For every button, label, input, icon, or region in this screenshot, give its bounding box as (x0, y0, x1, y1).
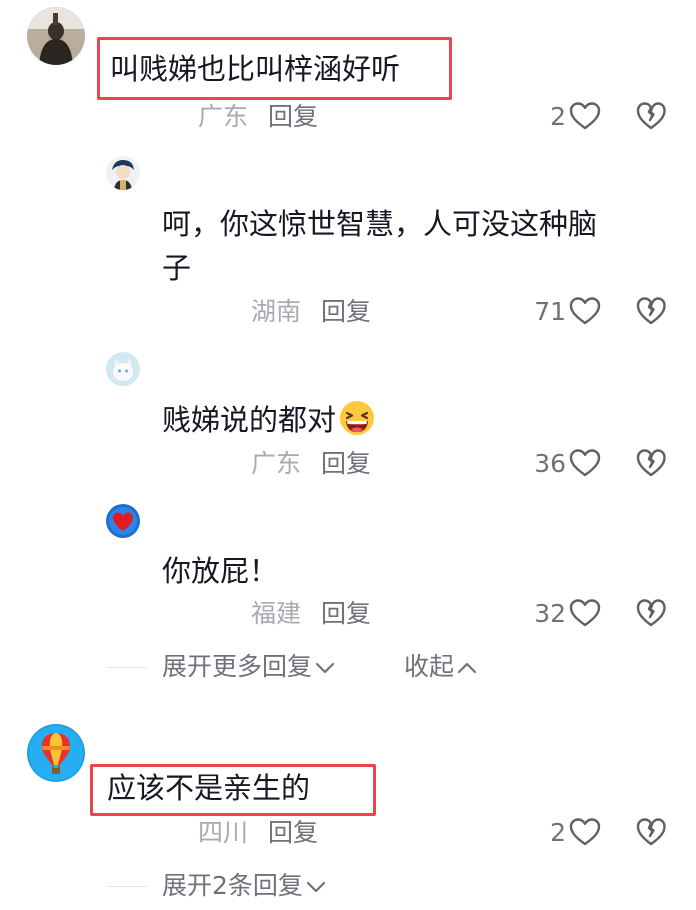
heart-outline-icon[interactable] (569, 296, 601, 326)
reply-meta: 广东 回复 (251, 447, 371, 481)
reply-button[interactable]: 回复 (268, 102, 318, 131)
expand-replies-button[interactable]: 展开2条回复 (162, 869, 327, 903)
divider-dash (107, 667, 147, 668)
expand-more-replies-button[interactable]: 展开更多回复 (162, 650, 336, 684)
location-label: 福建 (251, 599, 302, 628)
expand-more-label: 展开更多回复 (162, 652, 313, 681)
broken-heart-icon[interactable] (636, 296, 666, 326)
reply-text-continued: 子 (162, 251, 192, 285)
like-count: 2 (550, 818, 566, 847)
like-count: 32 (534, 599, 566, 628)
comment-text: 应该不是亲生的 (107, 771, 311, 805)
reply-button[interactable]: 回复 (321, 599, 371, 628)
like-count: 36 (534, 449, 566, 478)
reply-text-content: 贱娣说的都对 (162, 403, 337, 437)
comment-meta: 广东 回复 (198, 100, 318, 134)
heart-outline-icon[interactable] (569, 817, 601, 847)
reply-button[interactable]: 回复 (321, 449, 371, 478)
collapse-label: 收起 (404, 652, 455, 681)
comment-text: 叫贱娣也比叫梓涵好听 (110, 52, 401, 86)
reply-text: 呵，你这惊世智慧，人可没这种脑 (162, 207, 598, 241)
location-label: 湖南 (251, 297, 302, 326)
reply-meta: 福建 回复 (251, 597, 371, 631)
like-count: 71 (534, 297, 566, 326)
reply-meta: 湖南 回复 (251, 295, 371, 329)
heart-outline-icon[interactable] (569, 448, 601, 478)
collapse-replies-button[interactable]: 收起 (404, 650, 478, 684)
divider-dash (107, 886, 147, 887)
chevron-down-icon (315, 662, 335, 674)
avatar[interactable] (27, 7, 85, 65)
grinning-squint-emoji (338, 399, 376, 437)
location-label: 四川 (198, 818, 249, 847)
reply-button[interactable]: 回复 (321, 297, 371, 326)
avatar[interactable] (106, 504, 140, 538)
broken-heart-icon[interactable] (636, 101, 666, 131)
reply-text: 你放屁！ (162, 554, 279, 588)
location-label: 广东 (251, 449, 302, 478)
avatar[interactable] (27, 724, 85, 782)
location-label: 广东 (198, 102, 249, 131)
comment-meta: 四川 回复 (198, 816, 318, 850)
avatar[interactable] (106, 352, 140, 386)
broken-heart-icon[interactable] (636, 448, 666, 478)
heart-outline-icon[interactable] (569, 598, 601, 628)
reply-text: 贱娣说的都对 (162, 396, 376, 444)
broken-heart-icon[interactable] (636, 598, 666, 628)
chevron-up-icon (457, 662, 477, 674)
expand-label: 展开2条回复 (162, 871, 303, 900)
broken-heart-icon[interactable] (636, 817, 666, 847)
chevron-down-icon (306, 881, 326, 893)
reply-button[interactable]: 回复 (268, 818, 318, 847)
avatar[interactable] (106, 156, 140, 190)
like-count: 2 (550, 102, 566, 131)
heart-outline-icon[interactable] (569, 101, 601, 131)
